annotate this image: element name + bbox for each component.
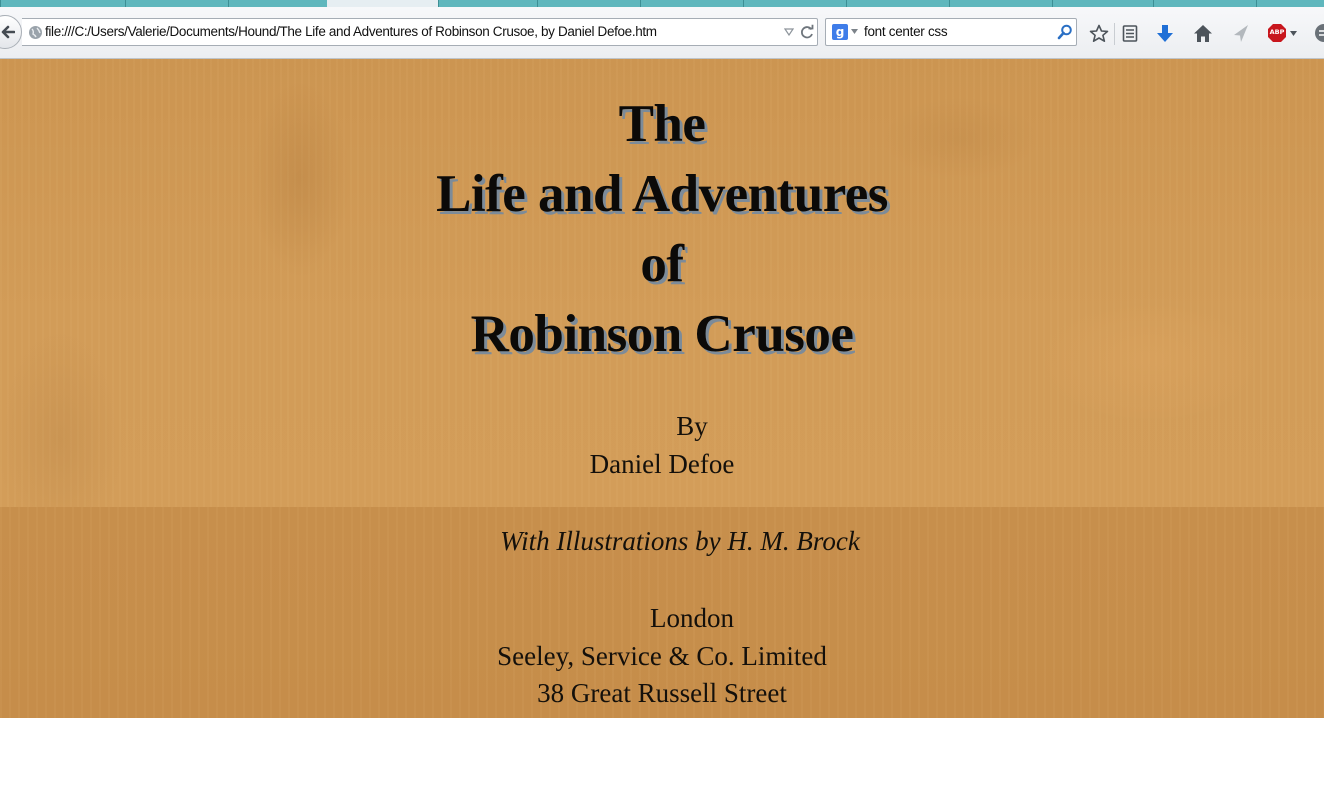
download-arrow-icon[interactable] xyxy=(1156,24,1174,44)
tab[interactable] xyxy=(949,0,1052,7)
tab[interactable] xyxy=(228,0,327,7)
globe-icon xyxy=(29,26,42,39)
tab[interactable] xyxy=(846,0,949,7)
tab[interactable] xyxy=(125,0,228,7)
imprint-city: London xyxy=(650,603,734,633)
search-bar[interactable]: g font center css xyxy=(825,18,1077,46)
byline-label: By xyxy=(676,411,708,441)
dropdown-arrow-icon[interactable] xyxy=(784,28,794,36)
dropdown-arrow-icon[interactable] xyxy=(1290,31,1297,36)
navigation-toolbar: file:///C:/Users/Valerie/Documents/Hound… xyxy=(0,7,1324,59)
send-arrow-icon[interactable] xyxy=(1232,24,1250,43)
adblock-label: ABP xyxy=(1269,28,1285,36)
dropdown-arrow-icon[interactable] xyxy=(851,29,858,34)
reading-list-icon[interactable] xyxy=(1122,24,1138,43)
tab[interactable] xyxy=(537,0,640,7)
tab[interactable] xyxy=(438,0,537,7)
book-title-line-4: Robinson Crusoe xyxy=(470,305,854,363)
tab[interactable] xyxy=(1256,0,1324,7)
book-title-line-1: The xyxy=(618,95,706,153)
reload-icon[interactable] xyxy=(799,24,815,40)
tab[interactable] xyxy=(0,0,125,7)
tab[interactable] xyxy=(1153,0,1256,7)
menu-icon[interactable] xyxy=(1314,23,1324,43)
bookmark-star-icon[interactable] xyxy=(1089,24,1109,43)
google-icon[interactable]: g xyxy=(832,24,848,40)
book-title-line-3: of xyxy=(640,235,684,293)
home-icon[interactable] xyxy=(1193,24,1213,43)
author-name: Daniel Defoe xyxy=(589,449,735,479)
address-bar[interactable]: file:///C:/Users/Valerie/Documents/Hound… xyxy=(22,18,818,46)
toolbar-divider xyxy=(1114,23,1115,45)
url-text[interactable]: file:///C:/Users/Valerie/Documents/Hound… xyxy=(45,24,657,39)
back-arrow-icon xyxy=(1,25,15,39)
imprint-publisher: Seeley, Service & Co. Limited xyxy=(497,641,827,671)
imprint-address: 38 Great Russell Street xyxy=(537,678,787,708)
back-button[interactable] xyxy=(0,15,22,49)
tab[interactable] xyxy=(743,0,846,7)
tab[interactable] xyxy=(640,0,743,7)
magnifier-icon[interactable] xyxy=(1057,24,1073,40)
search-input[interactable]: font center css xyxy=(864,24,948,39)
book-title-line-2: Life and Adventures xyxy=(436,165,888,223)
page-content: The Life and Adventures of Robinson Crus… xyxy=(0,59,1324,718)
tab-strip xyxy=(0,0,1324,7)
adblock-plus-button[interactable]: ABP xyxy=(1267,23,1287,43)
illustrations-credit: With Illustrations by H. M. Brock xyxy=(500,526,860,556)
tab[interactable] xyxy=(1052,0,1153,7)
